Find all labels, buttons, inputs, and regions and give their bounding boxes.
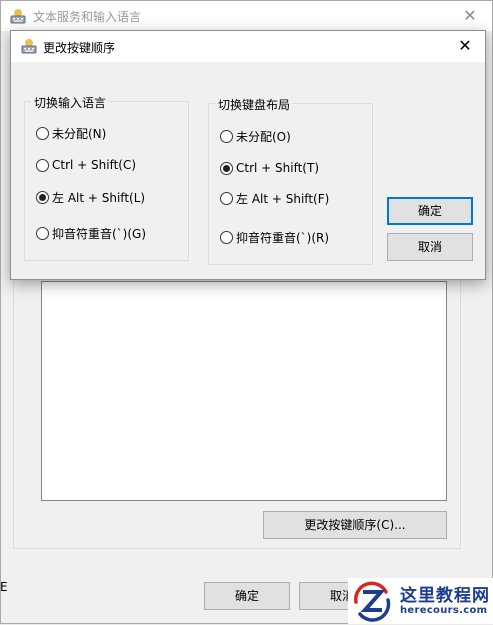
parent-close-icon[interactable]: ✕	[460, 6, 480, 26]
radio-label: 左 Alt + Shift(F)	[236, 191, 330, 206]
radio-lang-grave-accent[interactable]: 抑音符重音(`)(G)	[36, 224, 146, 242]
radio-button[interactable]	[36, 226, 49, 240]
radio-button[interactable]	[36, 158, 49, 172]
z-logo-icon	[352, 580, 392, 622]
radio-button-checked[interactable]	[36, 190, 49, 204]
watermark-logo: 这里教程网 herecours.com	[348, 578, 493, 624]
parent-ok-button[interactable]: 确定	[204, 582, 290, 610]
dialog-titlebar: 更改按键顺序 ✕	[11, 31, 485, 62]
radio-button[interactable]	[220, 230, 233, 244]
radio-button-checked[interactable]	[220, 161, 233, 175]
radio-button[interactable]	[220, 191, 233, 205]
radio-button[interactable]	[220, 129, 233, 143]
dialog-ok-button[interactable]: 确定	[387, 197, 473, 225]
radio-lang-left-alt-shift[interactable]: 左 Alt + Shift(L)	[36, 188, 145, 206]
change-key-sequence-dialog: 更改按键顺序 ✕ 切换输入语言 未分配(N) Ctrl + Shift(C) 左…	[10, 30, 486, 280]
keyboard-icon	[21, 38, 37, 54]
parent-edge-text: E	[0, 580, 8, 594]
group-legend: 切换输入语言	[31, 94, 110, 111]
watermark-site-name: 这里教程网	[400, 586, 490, 606]
dialog-title: 更改按键顺序	[43, 41, 116, 55]
group-legend: 切换键盘布局	[215, 96, 294, 113]
radio-label: Ctrl + Shift(T)	[236, 161, 320, 175]
watermark-site-url: herecours.com	[400, 605, 488, 616]
radio-layout-grave-accent[interactable]: 抑音符重音(`)(R)	[220, 228, 329, 246]
dialog-cancel-button[interactable]: 取消	[387, 233, 473, 261]
radio-label: 未分配(O)	[236, 129, 291, 144]
radio-layout-unassigned[interactable]: 未分配(O)	[220, 127, 291, 145]
radio-label: Ctrl + Shift(C)	[52, 158, 137, 172]
switch-input-language-group: 切换输入语言 未分配(N) Ctrl + Shift(C) 左 Alt + Sh…	[24, 94, 189, 261]
radio-lang-unassigned[interactable]: 未分配(N)	[36, 124, 106, 142]
switch-keyboard-layout-group: 切换键盘布局 未分配(O) Ctrl + Shift(T) 左 Alt + Sh…	[208, 96, 373, 265]
radio-layout-ctrl-shift[interactable]: Ctrl + Shift(T)	[220, 159, 319, 177]
parent-window-title: 文本服务和输入语言	[33, 10, 142, 24]
radio-button[interactable]	[36, 126, 49, 140]
dialog-close-icon[interactable]: ✕	[455, 36, 475, 56]
parent-titlebar: 文本服务和输入语言 ✕	[1, 1, 492, 31]
installed-services-list[interactable]	[41, 281, 447, 501]
radio-lang-ctrl-shift[interactable]: Ctrl + Shift(C)	[36, 156, 136, 174]
keyboard-icon	[10, 8, 26, 24]
change-key-sequence-button[interactable]: 更改按键顺序(C)...	[263, 511, 447, 539]
radio-label: 抑音符重音(`)(R)	[236, 230, 330, 245]
radio-label: 左 Alt + Shift(L)	[52, 190, 146, 205]
radio-label: 抑音符重音(`)(G)	[52, 226, 147, 241]
radio-layout-left-alt-shift[interactable]: 左 Alt + Shift(F)	[220, 189, 329, 207]
radio-label: 未分配(N)	[52, 126, 107, 141]
